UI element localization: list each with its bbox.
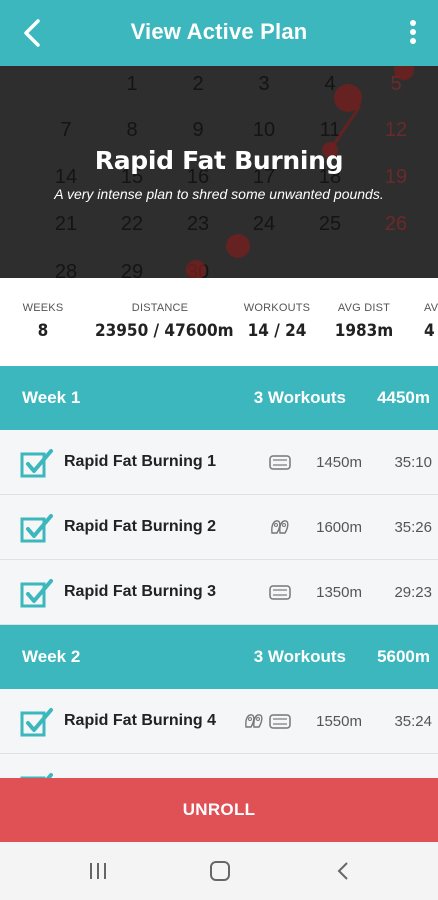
calendar-day-number: 10 xyxy=(253,119,275,141)
workout-name: Rapid Fat Burning 3 xyxy=(64,583,216,600)
fins-icon xyxy=(245,714,263,728)
checked-checkbox-icon[interactable] xyxy=(20,578,54,608)
workout-equipment xyxy=(268,515,292,539)
swim-board-icon xyxy=(269,455,291,470)
calendar-day-number: 22 xyxy=(121,213,143,235)
workout-row[interactable]: Rapid Fat Burning 2 1600m 35:26 xyxy=(0,495,438,560)
calendar-day-number: 23 xyxy=(187,213,209,235)
week-distance: 5600m xyxy=(377,647,430,666)
plan-subtitle: A very intense plan to shred some unwant… xyxy=(54,186,384,202)
stat-avg-dist: AVG DIST 1983m xyxy=(334,302,394,341)
workout-name: Rapid Fat Burning 1 xyxy=(64,453,216,470)
page-title: View Active Plan xyxy=(130,19,308,44)
more-vert-icon[interactable] xyxy=(408,20,418,46)
workout-name: Rapid Fat Burning 4 xyxy=(64,712,216,729)
stat-label: AVG DIST xyxy=(337,302,391,314)
week-name: Week 1 xyxy=(22,388,81,407)
stat-label: WORKOUTS xyxy=(243,302,311,314)
workout-distance: 1600m xyxy=(316,519,362,536)
calendar-day-number: 28 xyxy=(55,261,77,278)
week-name: Week 2 xyxy=(22,647,81,666)
stat-distance: DISTANCE 23950 / 47600m xyxy=(95,302,234,341)
recent-apps-icon[interactable] xyxy=(86,860,110,882)
calendar-day-number: 1 xyxy=(126,73,137,95)
calendar-day-number: 2 xyxy=(192,73,203,95)
workout-time: 35:26 xyxy=(394,519,432,536)
workout-time: 35:10 xyxy=(394,454,432,471)
stat-value: 4 xyxy=(424,321,435,341)
calendar-day-number: 26 xyxy=(385,213,407,235)
calendar-day-number: 12 xyxy=(385,119,407,141)
stat-weeks: WEEKS 8 xyxy=(16,302,70,341)
stat-value: 8 xyxy=(37,321,49,341)
workout-equipment xyxy=(268,450,292,474)
calendar-day-number: 3 xyxy=(258,73,269,95)
stat-value: 1983m xyxy=(334,321,394,341)
fins-icon xyxy=(271,520,289,534)
unroll-button[interactable]: UNROLL xyxy=(0,778,438,842)
calendar-day-number: 7 xyxy=(60,119,71,141)
week-workout-count: 3 Workouts xyxy=(253,647,346,666)
workout-row[interactable]: Rapid Fat Burning 4 1550m 35:24 xyxy=(0,689,438,754)
workout-equipment xyxy=(268,580,292,604)
workout-distance: 1450m xyxy=(316,454,362,471)
plan-hero-banner: 1 2 3 4 5 7 8 9 10 11 12 14 15 16 17 18 19 21 22 23 24 25 26 28… xyxy=(0,66,438,278)
swim-board-icon xyxy=(269,714,291,729)
workout-row[interactable]: Rapid Fat Burning 3 1350m 29:23 xyxy=(0,560,438,625)
calendar-day-number: 25 xyxy=(319,213,341,235)
calendar-day-number: 4 xyxy=(324,73,335,95)
stat-value: 14 / 24 xyxy=(247,321,307,341)
workout-row-partial[interactable] xyxy=(0,754,438,778)
pin-decoration xyxy=(226,234,250,258)
calendar-day-number: 9 xyxy=(192,119,203,141)
checked-checkbox-icon[interactable] xyxy=(20,707,54,737)
workout-equipment xyxy=(242,709,292,733)
week-distance: 4450m xyxy=(377,388,430,407)
app-bar: View Active Plan xyxy=(0,0,438,66)
stat-value: 23950 / 47600m xyxy=(95,321,234,341)
week-header[interactable]: Week 2 3 Workouts 5600m xyxy=(0,625,438,689)
checked-checkbox-icon[interactable] xyxy=(20,513,54,543)
workout-distance: 1350m xyxy=(316,584,362,601)
stat-label: DISTANCE xyxy=(131,302,189,314)
stat-partial: AV 4 xyxy=(424,302,438,341)
plan-stats-bar: WEEKS 8 DISTANCE 23950 / 47600m WORKOUTS… xyxy=(0,278,438,366)
calendar-day-number: 24 xyxy=(253,213,275,235)
stat-workouts: WORKOUTS 14 / 24 xyxy=(240,302,314,341)
calendar-day-number: 29 xyxy=(121,261,143,278)
workout-distance: 1550m xyxy=(316,713,362,730)
back-icon[interactable] xyxy=(332,860,356,882)
week-workout-count: 3 Workouts xyxy=(253,388,346,407)
workout-time: 35:24 xyxy=(394,713,432,730)
system-nav-bar xyxy=(0,842,438,900)
stat-label: WEEKS xyxy=(22,302,64,314)
stat-label: AV xyxy=(424,302,438,314)
home-icon[interactable] xyxy=(208,860,232,882)
workout-list[interactable]: Week 1 3 Workouts 4450m Rapid Fat Burnin… xyxy=(0,366,438,778)
plan-title: Rapid Fat Burning xyxy=(94,146,344,175)
workout-row[interactable]: Rapid Fat Burning 1 1450m 35:10 xyxy=(0,430,438,495)
checked-checkbox-icon[interactable] xyxy=(20,448,54,478)
workout-time: 29:23 xyxy=(394,584,432,601)
week-header[interactable]: Week 1 3 Workouts 4450m xyxy=(0,366,438,430)
swim-board-icon xyxy=(269,585,291,600)
calendar-day-number: 21 xyxy=(55,213,77,235)
workout-name: Rapid Fat Burning 2 xyxy=(64,518,216,535)
calendar-day-number: 8 xyxy=(126,119,137,141)
